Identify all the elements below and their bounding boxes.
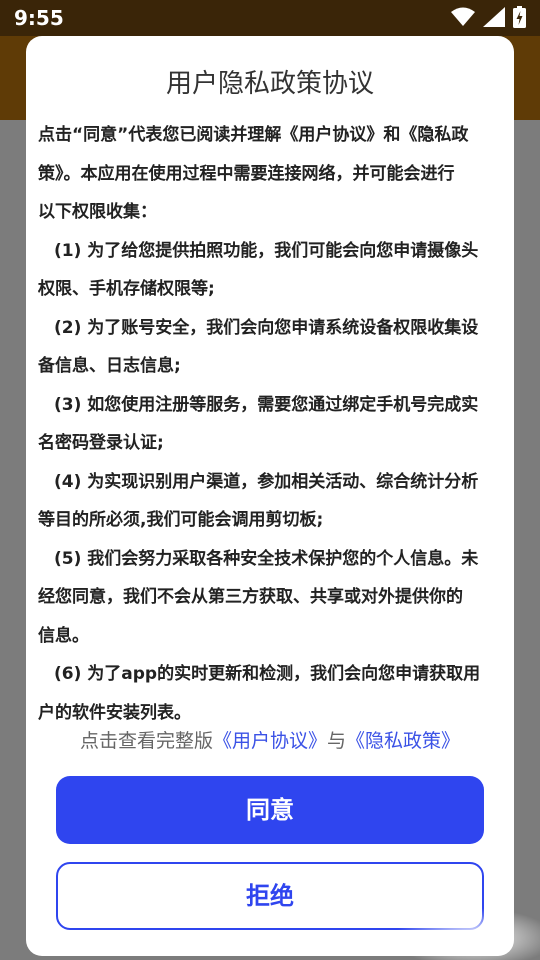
policy-item-line: 经您同意，我们不会从第三方获取、共享或对外提供你的 <box>38 587 463 607</box>
dialog-body[interactable]: 点击“同意”代表您已阅读并理解《用户协议》和《隐私政 策》。本应用在使用过程中需… <box>38 116 506 742</box>
policy-item-line: 备信息、日志信息; <box>38 356 181 376</box>
full-version-links: 点击查看完整版《用户协议》与《隐私政策》 <box>26 726 514 756</box>
privacy-policy-link[interactable]: 《隐私政策》 <box>346 730 460 752</box>
policy-item-line: (2) 为了账号安全，我们会向您申请系统设备权限收集设 <box>54 317 479 338</box>
dialog-title: 用户隐私政策协议 <box>165 69 374 99</box>
policy-item-line: (6) 为了app的实时更新和检测，我们会向您申请获取用 <box>54 664 481 684</box>
user-agreement-link[interactable]: 《用户协议》 <box>213 730 327 752</box>
policy-item-line: 等目的所必须,我们可能会调用剪切板; <box>38 510 324 530</box>
footer-joiner: 与 <box>327 730 347 752</box>
policy-item-line: 名密码登录认证; <box>38 433 164 453</box>
full-version-prefix: 点击查看完整版 <box>79 730 213 752</box>
policy-item-line: (1) 为了给您提供拍照功能，我们可能会向您申请摄像头 <box>54 240 479 261</box>
status-time: 9:55 <box>14 6 64 30</box>
policy-item-line: 权限、手机存储权限等; <box>38 279 215 299</box>
watermark-logo-icon <box>384 900 540 960</box>
policy-item-line: 信息。 <box>38 625 89 646</box>
intro-line: 点击“同意”代表您已阅读并理解《用户协议》和《隐私政 <box>38 125 469 145</box>
wifi-icon <box>451 7 475 27</box>
status-bar: 9:55 <box>0 0 540 36</box>
status-icons <box>451 6 526 28</box>
policy-item-line: (5) 我们会努力采取各种安全技术保护您的个人信息。未 <box>54 548 479 569</box>
intro-line: 策》。本应用在使用过程中需要连接网络，并可能会进行 <box>38 163 455 184</box>
privacy-dialog: 用户隐私政策协议 点击“同意”代表您已阅读并理解《用户协议》和《隐私政 策》。本… <box>26 36 514 956</box>
policy-item-line: (4) 为实现识别用户渠道，参加相关活动、综合统计分析 <box>54 471 479 492</box>
battery-charging-icon <box>513 6 526 28</box>
agree-button[interactable]: 同意 <box>56 776 484 844</box>
signal-icon <box>483 7 505 27</box>
screen: 9:55 用户隐私政策协议 点击“同意”代表您已阅读并理解《用户协议》和《隐私政… <box>0 0 540 960</box>
intro-line: 以下权限收集： <box>38 202 157 222</box>
policy-item-line: (3) 如您使用注册等服务，需要您通过绑定手机号完成实 <box>54 394 479 415</box>
